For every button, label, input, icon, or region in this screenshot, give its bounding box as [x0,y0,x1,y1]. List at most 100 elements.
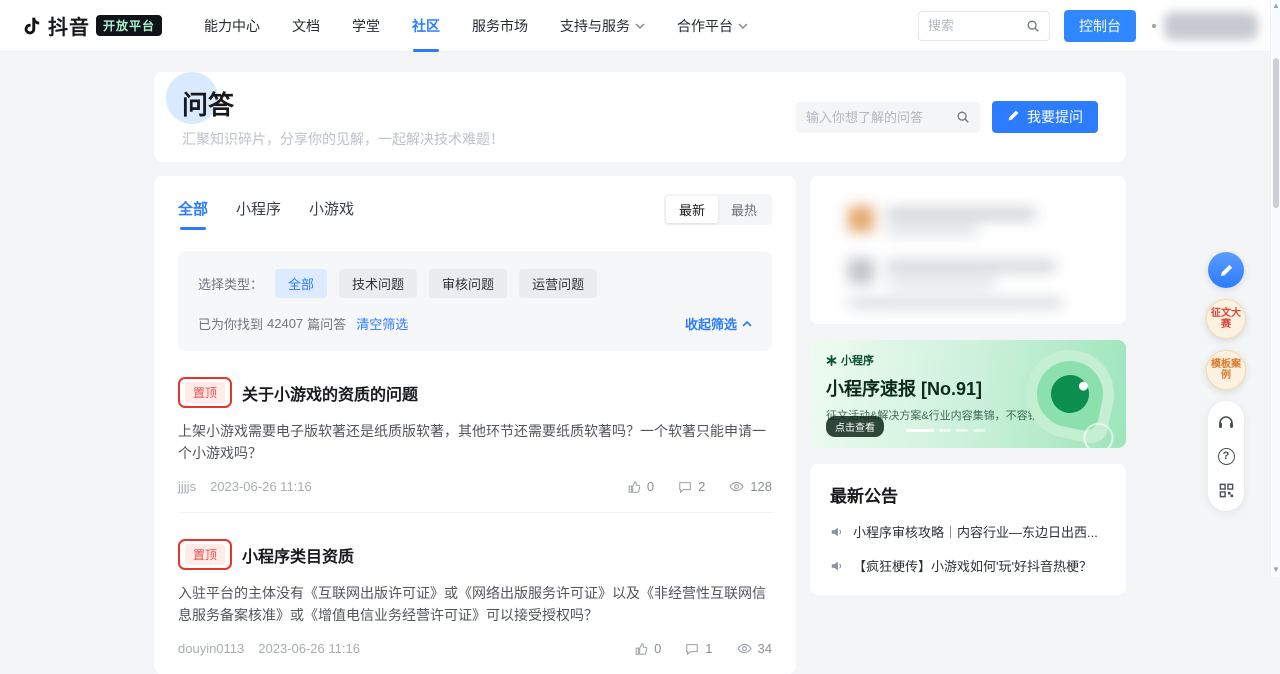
navbar-search-input[interactable] [928,18,1020,33]
scroll-up-arrow[interactable]: ▲ [1271,2,1280,10]
template-case-badge[interactable]: 模板案例 [1206,350,1246,390]
sort-hottest[interactable]: 最热 [718,196,770,223]
question-item: 置顶 关于小游戏的资质的问题 上架小游戏需要电子版软著还是纸质版软著，其他环节还… [178,351,772,512]
question-date: 2023-06-26 11:16 [210,479,312,494]
question-item: 置顶 小程序类目资质 入驻平台的主体没有《互联网出版许可证》或《网络出版服务许可… [178,512,772,674]
result-count: 42407 [267,316,303,331]
nav-item-support[interactable]: 支持与服务 [560,16,645,36]
douyin-note-icon [22,16,42,36]
notification-dot [1152,24,1156,28]
chevron-down-icon [738,23,748,29]
comment-stat[interactable]: 1 [685,641,712,656]
scrollbar[interactable]: ▲ ▼ [1270,0,1280,577]
comment-icon [685,642,699,656]
sort-newest[interactable]: 最新 [666,196,718,223]
question-title[interactable]: 小程序类目资质 [242,543,354,567]
banner-view-button[interactable]: 点击查看 [826,416,884,437]
banner-carousel-dots[interactable] [906,429,985,432]
result-prefix: 已为你找到 [198,314,263,333]
essay-contest-badge[interactable]: 征文大赛 [1206,299,1246,339]
promo-card-blurred[interactable] [810,176,1126,324]
page-title: 问答 [182,85,504,122]
announcements-card: 最新公告 小程序审核攻略｜内容行业—东边日出西... 【疯狂梗传】小游戏如何'玩… [810,464,1126,595]
user-avatar[interactable] [1164,12,1258,40]
blurred-content [810,176,1126,324]
qa-search [796,102,980,133]
pinned-badge: 置顶 [185,544,225,565]
search-icon[interactable] [1026,19,1040,33]
page-subtitle: 汇聚知识碎片，分享你的见解，一起解决技术难题！ [182,129,504,149]
search-icon[interactable] [956,110,970,124]
nav-item-community[interactable]: 社区 [412,16,440,36]
tab-miniprogram[interactable]: 小程序 [236,198,281,221]
annotation-highlight: 置顶 [178,377,232,408]
asterisk-icon [826,355,837,366]
result-suffix: 篇问答 [307,314,346,333]
filter-chip-review[interactable]: 审核问题 [429,269,507,298]
nav-item-service-market[interactable]: 服务市场 [472,16,528,36]
like-stat[interactable]: 0 [627,479,654,494]
pencil-icon [1219,263,1234,278]
announcement-item[interactable]: 【疯狂梗传】小游戏如何'玩'好抖音热梗？ [830,556,1106,575]
qa-list-card: 全部 小程序 小游戏 最新 最热 选择类型： 全部 技术问题 审核问题 运营问题… [154,176,796,674]
tab-all[interactable]: 全部 [178,198,208,221]
chevron-up-icon [742,321,752,327]
speaker-icon [830,559,844,573]
nav-item-school[interactable]: 学堂 [352,16,380,36]
top-navbar: 抖音 开放平台 能力中心 文档 学堂 社区 服务市场 支持与服务 合作平台 控制… [0,0,1280,52]
nav-item-partner[interactable]: 合作平台 [677,16,748,36]
customer-service-icon[interactable] [1217,413,1235,431]
announcements-title: 最新公告 [830,482,1106,507]
thumbs-up-icon [634,642,648,656]
question-body: 上架小游戏需要电子版软著还是纸质版软著，其他环节还需要纸质软著吗？一个软著只能申… [178,420,772,464]
collapse-filter-link[interactable]: 收起筛选 [685,314,752,333]
annotation-highlight: 置顶 [178,539,232,570]
speaker-icon [830,525,844,539]
navbar-search [918,11,1050,41]
filter-type-label: 选择类型： [198,274,263,293]
qa-search-input[interactable] [806,110,950,125]
right-sidebar: 小程序 小程序速报 [No.91] 征文活动&解决方案&行业内容集锦，不容错过！… [810,176,1126,595]
sort-segment: 最新 最热 [664,194,772,225]
tab-minigame[interactable]: 小游戏 [309,198,354,221]
filter-chip-tech[interactable]: 技术问题 [339,269,417,298]
utility-pill: ? [1208,401,1244,511]
qa-hero: 问答 汇聚知识碎片，分享你的见解，一起解决技术难题！ 我要提问 [154,72,1126,162]
brand-badge: 开放平台 [96,15,162,36]
miniprogram-express-banner[interactable]: 小程序 小程序速报 [No.91] 征文活动&解决方案&行业内容集锦，不容错过！… [810,340,1126,448]
scroll-down-arrow[interactable]: ▼ [1271,566,1280,574]
eye-icon [729,479,744,494]
filter-panel: 选择类型： 全部 技术问题 审核问题 运营问题 已为你找到 42407 篇问答 … [178,251,772,351]
pinned-badge: 置顶 [185,382,225,403]
views-stat: 128 [729,479,772,494]
clear-filter-link[interactable]: 清空筛选 [356,314,408,333]
chevron-down-icon [635,23,645,29]
write-post-fab[interactable] [1208,252,1244,288]
filter-chip-all[interactable]: 全部 [275,269,327,298]
main-nav: 能力中心 文档 学堂 社区 服务市场 支持与服务 合作平台 [204,16,748,36]
filter-chip-operation[interactable]: 运营问题 [519,269,597,298]
qrcode-icon[interactable] [1217,481,1235,499]
brand-name: 抖音 [48,11,90,40]
announcement-item[interactable]: 小程序审核攻略｜内容行业—东边日出西... [830,522,1106,541]
question-title[interactable]: 关于小游戏的资质的问题 [242,381,418,405]
floating-action-rail: 征文大赛 模板案例 ? [1206,252,1246,511]
thumbs-up-icon [627,480,641,494]
nav-item-capability[interactable]: 能力中心 [204,16,260,36]
ask-question-button[interactable]: 我要提问 [992,101,1098,133]
comment-icon [678,480,692,494]
help-icon[interactable]: ? [1217,447,1235,465]
question-body: 入驻平台的主体没有《互联网出版许可证》或《网络出版服务许可证》以及《非经营性互联… [178,582,772,626]
scrollbar-thumb[interactable] [1273,58,1279,208]
question-author: douyin0113 [178,641,244,656]
comment-stat[interactable]: 2 [678,479,705,494]
nav-item-docs[interactable]: 文档 [292,16,320,36]
douyin-logo[interactable]: 抖音 开放平台 [22,11,162,40]
console-button[interactable]: 控制台 [1064,10,1136,42]
pencil-icon [1007,109,1020,125]
views-stat: 34 [737,641,772,656]
question-author: jjjjs [178,479,196,494]
eye-illustration [1018,342,1122,446]
eye-icon [737,641,752,656]
like-stat[interactable]: 0 [634,641,661,656]
